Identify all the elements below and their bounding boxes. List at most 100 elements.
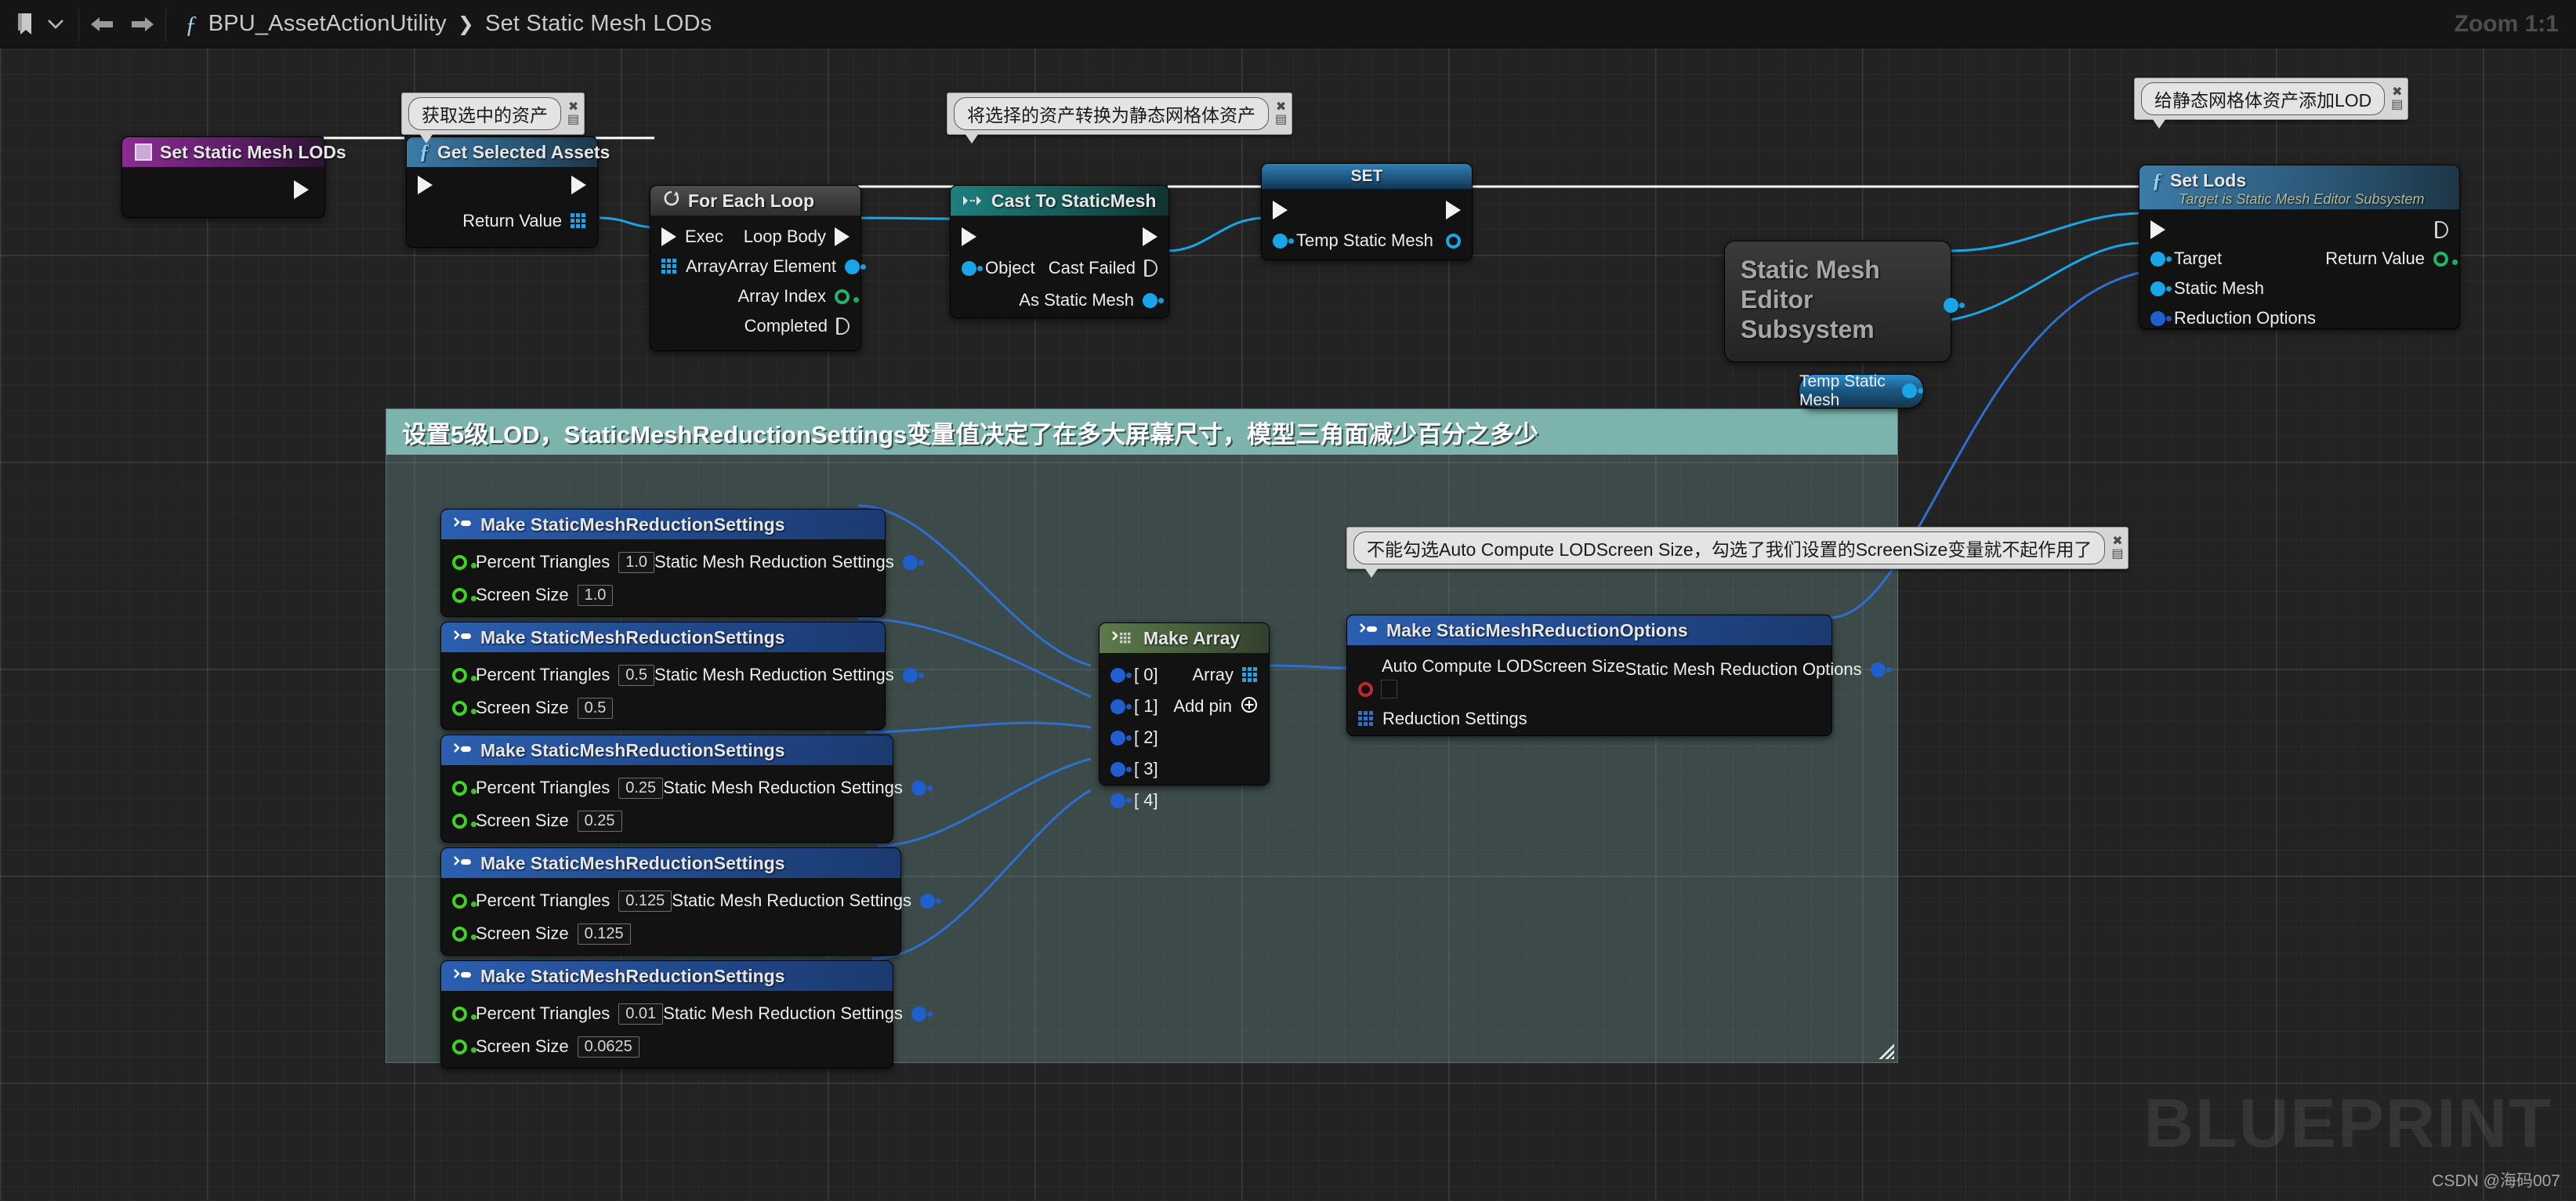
pin-array-out-wrap[interactable]: Array — [1192, 665, 1258, 685]
pin-screen-size-wrap[interactable]: Screen Size 0.0625 — [452, 1036, 639, 1058]
exec-completed-pin[interactable] — [836, 317, 850, 335]
screen-size-value[interactable]: 0.0625 — [577, 1036, 639, 1058]
pin-row-screen-size[interactable]: Screen Size 0.25 — [441, 804, 893, 837]
pin-out-settings-wrap[interactable]: Static Mesh Reduction Settings — [654, 552, 924, 572]
array-element-pin[interactable] — [844, 259, 866, 274]
screen-size-value[interactable]: 0.5 — [577, 697, 614, 719]
node-make-reduction-settings-0[interactable]: Make StaticMeshReductionSettings Percent… — [440, 509, 924, 617]
node-make-reduction-settings-4[interactable]: Make StaticMeshReductionSettings Percent… — [440, 960, 933, 1069]
node-get-selected-assets[interactable]: ƒ Get Selected Assets Return Value — [406, 136, 610, 248]
percent-triangles-value[interactable]: 0.25 — [618, 777, 664, 799]
pin-exec-out-wrap[interactable] — [1143, 227, 1158, 246]
node-make-reduction-settings-2[interactable]: Make StaticMeshReductionSettings Percent… — [440, 735, 933, 843]
pin-auto-compute-wrap[interactable]: Auto Compute LODScreen Size — [1358, 656, 1625, 698]
return-value-pin[interactable] — [2433, 251, 2458, 267]
pin-cast-failed-wrap[interactable]: Cast Failed — [1049, 258, 1158, 278]
comment-resize-handle[interactable] — [1874, 1039, 1894, 1059]
node-make-reduction-settings-3[interactable]: Make StaticMeshReductionSettings Percent… — [440, 847, 941, 956]
out-settings-pin[interactable] — [902, 667, 924, 683]
array-pin-icon[interactable] — [1358, 711, 1374, 727]
screen-size-value[interactable]: 0.125 — [577, 923, 631, 945]
pin-object-wrap[interactable]: Object — [962, 258, 1035, 278]
out-settings-pin[interactable] — [902, 554, 924, 570]
pin-row-as-static-mesh[interactable]: As Static Mesh — [951, 285, 1168, 316]
pin-row-return-value[interactable]: Return Value — [407, 206, 597, 236]
pin-array-index-wrap[interactable]: Array Index — [738, 286, 859, 307]
temp-static-mesh-out-pin[interactable] — [1902, 383, 1923, 398]
pin-out-settings-wrap[interactable]: Static Mesh Reduction Settings — [663, 1003, 933, 1024]
pin-out-options-wrap[interactable]: Static Mesh Reduction Options — [1625, 659, 1892, 680]
exec-loop-body-pin[interactable] — [835, 227, 850, 246]
pin-row-array-index[interactable]: Array Index — [650, 281, 860, 311]
resize-icon[interactable]: ▤ — [2391, 99, 2403, 111]
pin-exec-in-wrap[interactable] — [418, 176, 433, 194]
exec-in-pin[interactable] — [1273, 201, 1288, 220]
pin-screen-size-wrap[interactable]: Screen Size 1.0 — [452, 584, 614, 606]
pin-exec-in-wrap[interactable] — [2150, 220, 2165, 239]
pin-icon[interactable]: ✖ — [2112, 535, 2122, 548]
exec-in-pin[interactable] — [962, 227, 976, 246]
pin-out-settings-wrap[interactable]: Static Mesh Reduction Settings — [672, 891, 941, 911]
pin-row-exec-out[interactable] — [283, 175, 320, 205]
pin-2-wrap[interactable]: [ 2] — [1110, 727, 1158, 748]
pin-screen-size-wrap[interactable]: Screen Size 0.25 — [452, 810, 622, 832]
exec-in-pin[interactable] — [418, 176, 433, 194]
percent-triangles-value[interactable]: 0.01 — [618, 1003, 664, 1025]
pin-icon[interactable]: ✖ — [568, 101, 578, 114]
bubble-get-selected-assets[interactable]: 获取选中的资产 ✖ ▤ — [401, 93, 585, 143]
pin-row-screen-size[interactable]: Screen Size 0.5 — [441, 691, 885, 724]
percent-triangles-pin[interactable] — [452, 1006, 476, 1021]
bookmark-icon[interactable] — [11, 9, 41, 40]
pin-percent-triangles-wrap[interactable]: Percent Triangles 0.01 — [452, 1003, 664, 1025]
pin-exec-in-wrap[interactable] — [962, 227, 976, 246]
pin-reduction-options-wrap[interactable]: Reduction Options — [2150, 308, 2316, 328]
node-make-reduction-settings-1[interactable]: Make StaticMeshReductionSettings Percent… — [440, 622, 924, 730]
pin-row-reduction-settings[interactable]: Reduction Settings — [1347, 703, 1831, 735]
pin-reduction-settings-wrap[interactable]: Reduction Settings — [1358, 709, 1527, 729]
breadcrumb-root[interactable]: BPU_AssetActionUtility — [208, 11, 447, 37]
array-pin-icon[interactable] — [571, 213, 586, 229]
breadcrumb-leaf[interactable]: Set Static Mesh LODs — [485, 11, 712, 37]
exec-out-pin[interactable] — [1143, 227, 1158, 246]
screen-size-pin[interactable] — [452, 926, 476, 942]
array-item-pin-4[interactable] — [1110, 793, 1132, 808]
temp-static-mesh-in-pin[interactable] — [1273, 233, 1294, 249]
auto-compute-control[interactable] — [1358, 680, 1397, 698]
array-item-pin-1[interactable] — [1110, 698, 1132, 714]
node-cast-to-staticmesh[interactable]: Cast To StaticMesh Object Cast Failed As… — [950, 185, 1169, 318]
percent-triangles-pin[interactable] — [452, 554, 476, 570]
pin-0-wrap[interactable]: [ 0] — [1110, 665, 1158, 685]
screen-size-pin[interactable] — [452, 1039, 476, 1054]
pin-exec-out-wrap[interactable] — [2435, 221, 2448, 238]
temp-static-mesh-out-pin[interactable] — [1446, 233, 1461, 249]
comment-box-title[interactable]: 设置5级LOD，StaticMeshReductionSettings变量值决定… — [386, 409, 1897, 455]
pin-return-value-wrap[interactable]: Return Value — [462, 211, 586, 231]
node-temp-static-mesh-getter[interactable]: Temp Static Mesh — [1799, 372, 1924, 409]
pin-row-array-3[interactable]: [ 3] — [1100, 753, 1269, 785]
pin-target-wrap[interactable]: Target — [2150, 249, 2222, 269]
pin-row-screen-size[interactable]: Screen Size 1.0 — [441, 579, 885, 611]
pin-out-settings-wrap[interactable]: Static Mesh Reduction Settings — [663, 778, 933, 798]
out-options-pin[interactable] — [1870, 662, 1892, 677]
array-item-pin-3[interactable] — [1110, 761, 1132, 777]
array-pin-icon[interactable] — [1242, 667, 1258, 683]
pin-row-screen-size[interactable]: Screen Size 0.125 — [441, 917, 900, 950]
pin-array-in-wrap[interactable]: Array — [661, 256, 727, 277]
pin-icon[interactable]: ✖ — [1276, 101, 1286, 114]
pin-row-exec[interactable] — [951, 222, 1168, 252]
pin-out-settings-wrap[interactable]: Static Mesh Reduction Settings — [654, 665, 924, 685]
exec-cast-failed-pin[interactable] — [1144, 259, 1158, 277]
pin-row-static-mesh[interactable]: Static Mesh — [2139, 274, 2459, 303]
pin-row-exec[interactable] — [407, 173, 597, 197]
pin-percent-triangles-wrap[interactable]: Percent Triangles 0.5 — [452, 664, 655, 686]
pin-temp-static-mesh-out-wrap[interactable] — [1446, 233, 1461, 249]
out-settings-pin[interactable] — [919, 893, 941, 909]
node-make-array[interactable]: Make Array [ 0] Array [1] Add pin [2] … — [1099, 622, 1270, 810]
array-item-pin-0[interactable] — [1110, 667, 1132, 683]
arrow-right-icon[interactable] — [128, 9, 158, 40]
percent-triangles-pin[interactable] — [452, 667, 476, 683]
percent-triangles-value[interactable]: 0.5 — [618, 664, 655, 686]
out-settings-pin[interactable] — [911, 780, 933, 796]
pin-row-exec[interactable]: Exec Loop Body — [650, 222, 860, 252]
pin-exec-out-wrap[interactable] — [1446, 201, 1461, 220]
